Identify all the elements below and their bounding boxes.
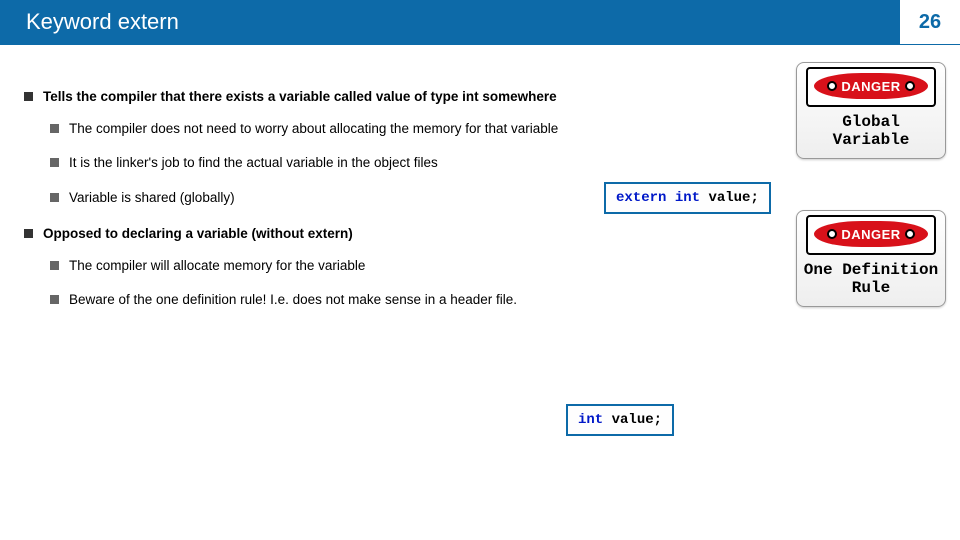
bullet-sub-4: The compiler will allocate memory for th… bbox=[50, 257, 584, 275]
danger-label-line1: One Definition bbox=[804, 261, 938, 279]
code-keyword-int-text: int bbox=[675, 190, 700, 206]
bullet-marker-icon bbox=[50, 261, 59, 270]
code-keyword-int: int bbox=[578, 412, 603, 428]
danger-label-line1: Global bbox=[842, 113, 900, 131]
danger-label: One Definition Rule bbox=[797, 257, 945, 306]
code-keyword-extern: extern bbox=[616, 190, 666, 206]
bullet-top-2: Opposed to declaring a variable (without… bbox=[24, 225, 584, 243]
content-area: Tells the compiler that there exists a v… bbox=[24, 88, 584, 326]
bullet-text: It is the linker's job to find the actua… bbox=[69, 154, 438, 172]
code-identifier: value; bbox=[700, 190, 759, 206]
divider bbox=[0, 44, 960, 45]
danger-sign-icon: DANGER bbox=[806, 67, 936, 107]
bullet-text: Beware of the one definition rule! I.e. … bbox=[69, 291, 517, 309]
warning-dot-icon bbox=[905, 229, 915, 239]
bullet-text: Variable is shared (globally) bbox=[69, 189, 235, 207]
code-extern-declaration: extern int value; bbox=[604, 182, 771, 214]
warning-dot-icon bbox=[827, 81, 837, 91]
danger-label: Global Variable bbox=[797, 109, 945, 158]
slide-number: 26 bbox=[900, 0, 960, 44]
bullet-text: The compiler does not need to worry abou… bbox=[69, 120, 558, 138]
bullet-sub-1: The compiler does not need to worry abou… bbox=[50, 120, 584, 138]
warning-dot-icon bbox=[827, 229, 837, 239]
bullet-marker-icon bbox=[50, 158, 59, 167]
bullet-sub-2: It is the linker's job to find the actua… bbox=[50, 154, 584, 172]
bullet-text: Opposed to declaring a variable (without… bbox=[43, 225, 353, 243]
bullet-top-1: Tells the compiler that there exists a v… bbox=[24, 88, 584, 106]
warning-dot-icon bbox=[905, 81, 915, 91]
danger-card-global-variable: DANGER Global Variable bbox=[796, 62, 946, 159]
bullet-marker-icon bbox=[50, 193, 59, 202]
bullet-marker-icon bbox=[50, 124, 59, 133]
danger-word: DANGER bbox=[841, 79, 900, 94]
bullet-marker-icon bbox=[24, 92, 33, 101]
bullet-marker-icon bbox=[50, 295, 59, 304]
danger-label-line2: Variable bbox=[833, 131, 910, 149]
slide-header: Keyword extern 26 bbox=[0, 0, 960, 44]
bullet-marker-icon bbox=[24, 229, 33, 238]
bullet-text: Tells the compiler that there exists a v… bbox=[43, 88, 557, 106]
danger-label-line2: Rule bbox=[852, 279, 890, 297]
slide-title: Keyword extern bbox=[0, 0, 900, 44]
danger-sign-icon: DANGER bbox=[806, 215, 936, 255]
danger-word: DANGER bbox=[841, 227, 900, 242]
bullet-sub-5: Beware of the one definition rule! I.e. … bbox=[50, 291, 584, 309]
code-identifier: value; bbox=[603, 412, 662, 428]
code-plain-declaration: int value; bbox=[566, 404, 674, 436]
danger-card-odr: DANGER One Definition Rule bbox=[796, 210, 946, 307]
bullet-sub-3: Variable is shared (globally) bbox=[50, 189, 584, 207]
bullet-text: The compiler will allocate memory for th… bbox=[69, 257, 365, 275]
